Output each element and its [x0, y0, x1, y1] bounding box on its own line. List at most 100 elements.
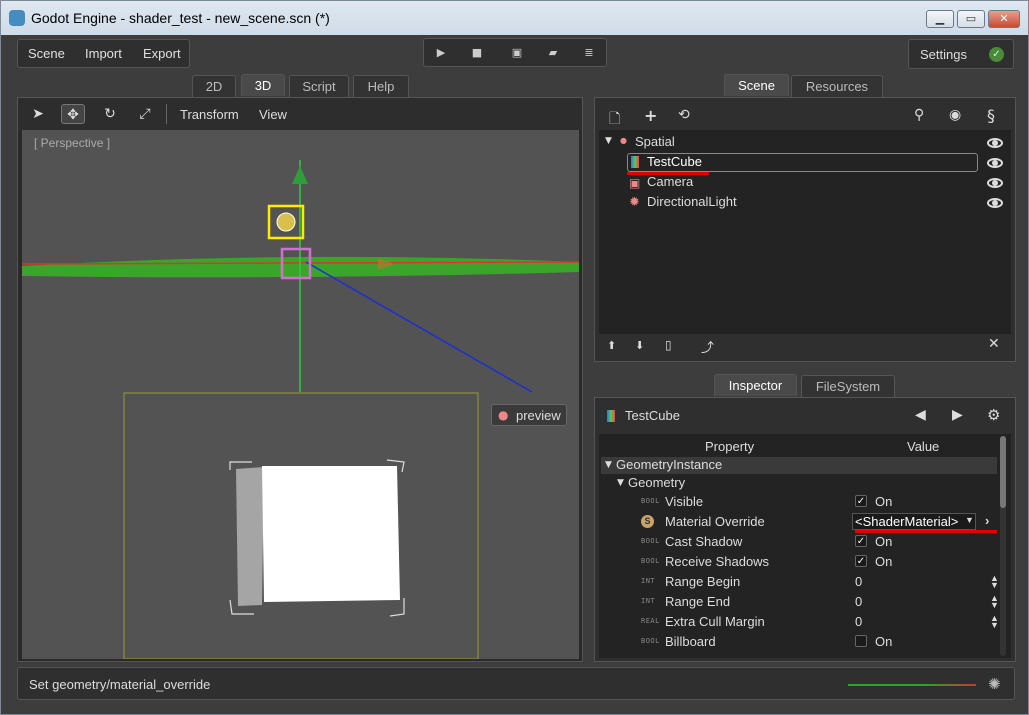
- duplicate-icon[interactable]: ▯: [665, 338, 672, 352]
- tab-inspector[interactable]: Inspector: [714, 374, 797, 396]
- tab-script[interactable]: Script: [289, 75, 349, 97]
- move-up-icon[interactable]: ⬆: [607, 339, 616, 352]
- property-row-material-override: S Material Override <ShaderMaterial> ▼ ›: [599, 512, 999, 533]
- preview-label: preview: [516, 408, 561, 423]
- delete-node-icon[interactable]: ✕: [988, 336, 1000, 352]
- tree-item-spatial[interactable]: Spatial: [635, 134, 675, 154]
- spatial-icon: ●: [620, 136, 627, 145]
- property-name: Range End: [665, 594, 731, 609]
- minimize-button[interactable]: ▁: [926, 10, 954, 28]
- subsection-title[interactable]: Geometry: [628, 475, 685, 490]
- close-button[interactable]: ✕: [988, 10, 1020, 28]
- visibility-eye-icon[interactable]: [987, 198, 1003, 208]
- visibility-eye-icon[interactable]: [987, 178, 1003, 188]
- status-message: Set geometry/material_override: [29, 677, 211, 692]
- material-resource-picker[interactable]: <ShaderMaterial> ▼: [852, 513, 976, 530]
- history-forward-icon[interactable]: ▶: [952, 407, 963, 423]
- tab-help[interactable]: Help: [353, 75, 409, 97]
- section-header[interactable]: ▼ GeometryInstance: [601, 457, 997, 474]
- property-name: Billboard: [665, 634, 716, 649]
- tab-2d[interactable]: 2D: [192, 75, 236, 97]
- menu-import[interactable]: Import: [85, 46, 122, 61]
- toolbar-divider: [166, 104, 167, 124]
- add-node-icon[interactable]: +: [644, 106, 657, 125]
- script-icon[interactable]: §: [987, 106, 995, 125]
- spinner-arrows-icon[interactable]: ▲ ▼: [990, 614, 999, 630]
- property-row-receive-shadows: BOOL Receive Shadows ✓ On: [599, 552, 999, 572]
- play-icon[interactable]: ▶: [434, 46, 448, 60]
- collapse-arrow-icon[interactable]: ▼: [617, 478, 624, 488]
- scrollbar-thumb[interactable]: [1000, 436, 1006, 508]
- checkbox-label: On: [875, 554, 893, 569]
- scene-tree-panel: 🗋 + ⟲ ⚲ ◉ § ▼ ● Spatial TestCube ▣ Camer…: [594, 97, 1016, 362]
- tab-filesystem[interactable]: FileSystem: [801, 375, 895, 397]
- mesh-instance-icon: [607, 410, 615, 422]
- billboard-checkbox[interactable]: [855, 635, 867, 647]
- mesh-instance-icon: [631, 156, 639, 168]
- edit-resource-arrow-icon[interactable]: ›: [985, 513, 989, 528]
- dropdown-arrow-icon: ▼: [965, 515, 974, 525]
- maximize-button[interactable]: ▭: [957, 10, 985, 28]
- type-tag: REAL: [641, 617, 660, 625]
- title-bar: Godot Engine - shader_test - new_scene.s…: [1, 1, 1028, 35]
- property-row-range-begin: INT Range Begin 0 ▲ ▼: [599, 572, 999, 592]
- tab-scene[interactable]: Scene: [724, 74, 789, 96]
- list-icon[interactable]: ≣: [582, 46, 596, 60]
- range-begin-value[interactable]: 0: [855, 574, 862, 589]
- rotate-tool-icon[interactable]: ↻: [98, 104, 122, 124]
- tab-resources[interactable]: Resources: [791, 75, 883, 97]
- property-row-cast-shadow: BOOL Cast Shadow ✓ On: [599, 532, 999, 552]
- menu-scene[interactable]: Scene: [28, 46, 65, 61]
- move-down-icon[interactable]: ⬇: [635, 339, 644, 352]
- light-sun-icon: [276, 212, 296, 232]
- receive-shadows-checkbox[interactable]: ✓: [855, 555, 867, 567]
- reparent-icon[interactable]: ⤴: [701, 337, 714, 356]
- view-menu[interactable]: View: [259, 107, 287, 122]
- select-tool-icon[interactable]: ➤: [26, 104, 50, 124]
- tree-item-camera[interactable]: Camera: [647, 174, 693, 194]
- property-name: Cast Shadow: [665, 534, 743, 549]
- inspector-scrollbar[interactable]: [1000, 436, 1006, 656]
- spinner-arrows-icon[interactable]: ▲ ▼: [990, 594, 999, 610]
- type-tag: BOOL: [641, 557, 660, 565]
- tree-item-testcube[interactable]: TestCube: [647, 154, 702, 174]
- transform-menu[interactable]: Transform: [180, 107, 239, 122]
- instance-icon[interactable]: ⟲: [678, 107, 690, 123]
- stop-icon[interactable]: ■: [470, 46, 484, 60]
- collapse-arrow-icon[interactable]: ▼: [605, 136, 612, 146]
- preview-button[interactable]: ● preview: [491, 404, 567, 426]
- extra-cull-margin-value[interactable]: 0: [855, 614, 862, 629]
- type-tag: INT: [641, 597, 656, 605]
- property-name: Receive Shadows: [665, 554, 770, 569]
- visibility-eye-icon[interactable]: [987, 158, 1003, 168]
- status-bar: Set geometry/material_override ✺: [17, 667, 1015, 700]
- spinner-arrows-icon[interactable]: ▲ ▼: [990, 574, 999, 590]
- tab-3d[interactable]: 3D: [241, 74, 285, 96]
- settings-button[interactable]: Settings ✓: [908, 39, 1014, 69]
- play-scene-icon[interactable]: ▣: [510, 46, 524, 60]
- property-row-extra-cull-margin: REAL Extra Cull Margin 0 ▲ ▼: [599, 612, 999, 632]
- new-scene-icon[interactable]: 🗋: [609, 108, 620, 132]
- section-title: GeometryInstance: [616, 457, 723, 472]
- perspective-label[interactable]: [ Perspective ]: [34, 136, 110, 150]
- visible-checkbox[interactable]: ✓: [855, 495, 867, 507]
- activity-meter: [848, 684, 976, 686]
- progress-spinner-icon: ✺: [988, 675, 1001, 693]
- cast-shadow-checkbox[interactable]: ✓: [855, 535, 867, 547]
- tree-item-directionallight[interactable]: DirectionalLight: [647, 194, 737, 214]
- scale-tool-icon[interactable]: ⤢: [133, 104, 157, 124]
- property-name: Visible: [665, 494, 704, 509]
- open-folder-icon[interactable]: ▰: [546, 46, 560, 60]
- light-icon: ✹: [629, 195, 640, 210]
- groups-icon[interactable]: ◉: [949, 107, 961, 123]
- visibility-eye-icon[interactable]: [987, 138, 1003, 148]
- connect-icon[interactable]: ⚲: [914, 107, 924, 123]
- menu-export[interactable]: Export: [143, 46, 181, 61]
- history-back-icon[interactable]: ◀: [915, 407, 926, 423]
- range-end-value[interactable]: 0: [855, 594, 862, 609]
- object-menu-gear-icon[interactable]: ⚙: [987, 406, 1000, 424]
- move-tool-icon[interactable]: ✥: [61, 104, 85, 124]
- inspected-object-name: TestCube: [625, 408, 680, 423]
- 3d-scene-canvas[interactable]: [ Perspective ] ● preview: [22, 130, 579, 659]
- checkbox-label: On: [875, 634, 893, 649]
